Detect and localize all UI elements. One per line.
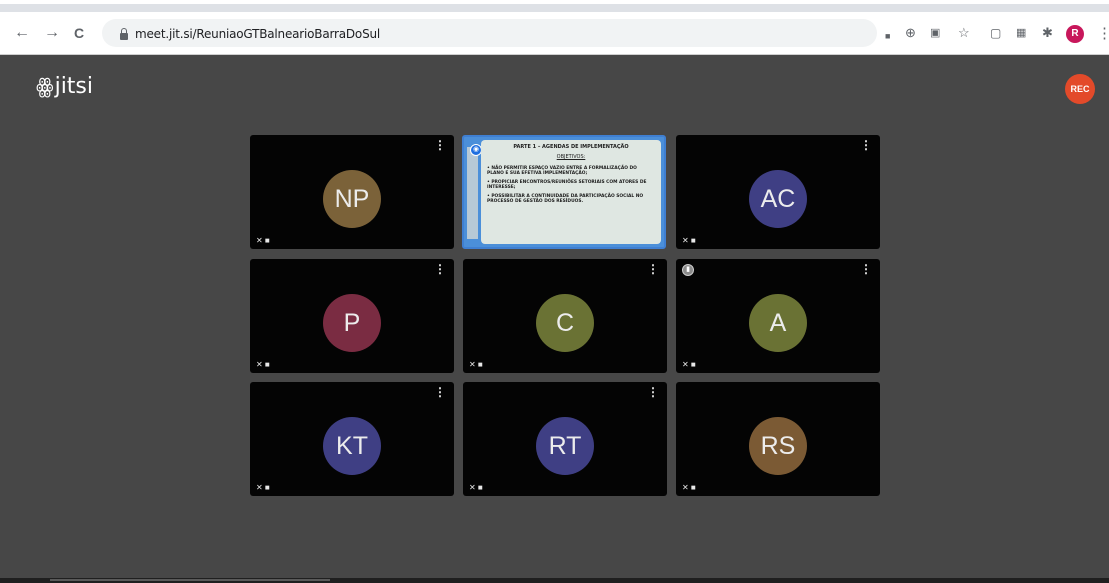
participant-tile[interactable]: P ⋮ ✕ ■ [250,259,454,373]
avatar: P [323,294,381,352]
tab-strip-bar [0,4,1109,12]
muted-status-icon: ✕ ■ [469,360,483,369]
participant-tile[interactable]: RS ✕ ■ [676,382,880,496]
browser-menu-icon[interactable]: ⋮ [1097,24,1109,42]
shared-slide: PARTE 1 – AGENDAS DE IMPLEMENTAÇÃO OBJET… [481,140,661,244]
bottom-scrollbar[interactable] [0,578,1109,583]
participant-tile[interactable]: NP ⋮ ✕ ■ [250,135,454,249]
avatar: KT [323,417,381,475]
muted-status-icon: ✕ ■ [682,236,696,245]
participant-tile[interactable]: AC ⋮ ✕ ■ [676,135,880,249]
extension-app-icon[interactable]: ▦ [1016,26,1026,40]
tile-menu-icon[interactable]: ⋮ [434,139,446,151]
avatar: RS [749,417,807,475]
avatar: NP [323,170,381,228]
back-arrow-icon[interactable]: ← [14,25,30,41]
muted-status-icon: ✕ ■ [256,236,270,245]
connection-quality-icon[interactable]: ▮ [682,264,694,276]
participant-tile[interactable]: RT ⋮ ✕ ■ [463,382,667,496]
slide-side-decoration [467,147,478,239]
forward-arrow-icon[interactable]: → [44,25,60,41]
bookmark-star-icon[interactable]: ☆ [958,26,970,40]
browser-tab-strip [0,0,1109,12]
slide-subtitle: OBJETIVOS: [556,154,586,160]
tile-menu-icon[interactable]: ⋮ [860,263,872,275]
muted-status-icon: ✕ ■ [682,360,696,369]
slide-bullet: • PROPICIAR ENCONTROS/REUNIÕES SETORIAIS… [487,180,647,190]
slide-bullet: • NÃO PERMITIR ESPAÇO VAZIO ENTRE A FORM… [487,166,637,176]
participant-tile[interactable]: ▮ A ⋮ ✕ ■ [676,259,880,373]
avatar: A [749,294,807,352]
muted-status-icon: ✕ ■ [256,360,270,369]
jitsi-logo: ꙮjitsi [36,74,93,99]
extension-page-icon[interactable]: ▢ [990,26,1001,40]
tile-menu-icon[interactable]: ⋮ [434,263,446,275]
tile-menu-icon[interactable]: ⋮ [860,139,872,151]
translate-icon[interactable]: ▣ [930,26,940,40]
participant-tile[interactable]: C ⋮ ✕ ■ [463,259,667,373]
recording-badge: REC [1065,74,1095,104]
reload-icon[interactable]: C [74,25,84,41]
muted-status-icon: ✕ ■ [682,483,696,492]
slide-bullet: • POSSIBILITAR A CONTINUIDADE DA PARTICI… [487,194,644,204]
logo-text: jitsi [54,74,94,99]
camera-icon[interactable]: ■ [885,29,890,43]
slide-title: PARTE 1 – AGENDAS DE IMPLEMENTAÇÃO [513,144,629,150]
muted-status-icon: ✕ ■ [469,483,483,492]
logo-mark-icon: ꙮ [36,74,54,98]
muted-status-icon: ✕ ■ [256,483,270,492]
lock-icon [120,28,128,40]
zoom-icon[interactable]: ⊕ [905,26,916,40]
scrollbar-thumb[interactable] [50,579,330,581]
url-text[interactable]: meet.jit.si/ReuniaoGTBalnearioBarraDoSul [135,27,380,41]
tile-menu-icon[interactable]: ⋮ [647,386,659,398]
participant-tile[interactable]: KT ⋮ ✕ ■ [250,382,454,496]
avatar: C [536,294,594,352]
profile-avatar[interactable]: R [1066,25,1084,43]
avatar: RT [536,417,594,475]
avatar: AC [749,170,807,228]
screenshare-tile[interactable]: ◉ PARTE 1 – AGENDAS DE IMPLEMENTAÇÃO OBJ… [462,135,666,249]
tile-menu-icon[interactable]: ⋮ [647,263,659,275]
browser-toolbar: ← → C meet.jit.si/ReuniaoGTBalnearioBarr… [0,12,1109,55]
extensions-puzzle-icon[interactable]: ✱ [1042,26,1053,40]
tile-menu-icon[interactable]: ⋮ [434,386,446,398]
